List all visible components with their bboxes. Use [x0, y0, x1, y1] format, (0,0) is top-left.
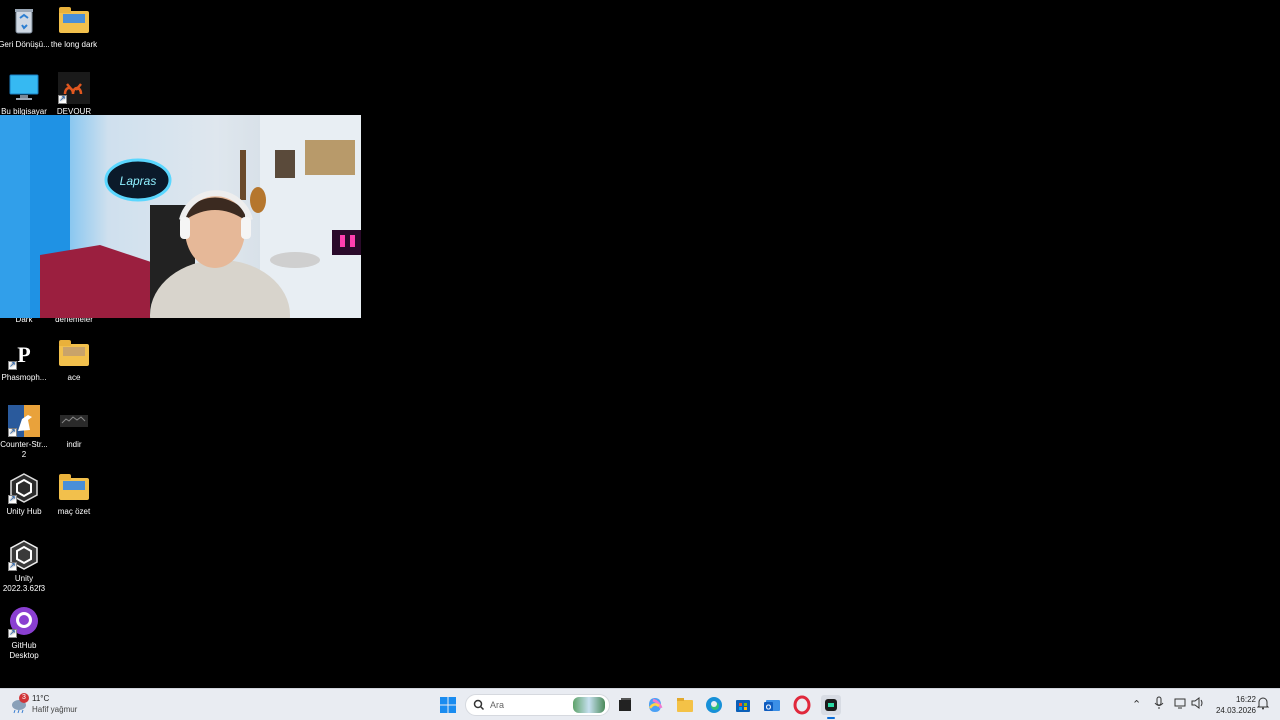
notifications-button[interactable]: [1256, 696, 1270, 713]
file-explorer-button[interactable]: [675, 695, 695, 715]
shortcut-arrow-icon: [8, 427, 17, 437]
desktop-icon-counter-strike[interactable]: Counter-Str... 2: [0, 405, 50, 460]
store-button[interactable]: [733, 695, 753, 715]
desktop-icon-unity-hub[interactable]: Unity Hub: [0, 472, 50, 517]
task-view-button[interactable]: [615, 695, 635, 715]
webcam-overlay[interactable]: Lapras: [0, 115, 361, 318]
weather-temp: 11°C: [32, 694, 50, 703]
desktop-icon-unity[interactable]: Unity 2022.3.62f3: [0, 539, 50, 594]
shortcut-arrow-icon: [8, 561, 17, 571]
devour-icon: [58, 72, 90, 104]
active-app-button[interactable]: [821, 695, 841, 719]
webcam-scene: Lapras: [0, 115, 361, 318]
search-highlight-image: [573, 697, 605, 713]
computer-icon: [8, 72, 40, 104]
folder-icon: [58, 338, 90, 370]
edge-icon: [706, 697, 722, 713]
desktop-icon-label: ace: [67, 373, 81, 382]
start-button[interactable]: [438, 695, 458, 715]
taskbar: 3 11°C Hafif yağmur Ara O ⌃ 16:22 24.03.…: [0, 688, 1280, 720]
show-hidden-icons-button[interactable]: ⌃: [1132, 698, 1141, 711]
image-file-icon: [58, 405, 90, 437]
clock-date: 24.03.2026: [1215, 706, 1256, 715]
opera-button[interactable]: [792, 695, 812, 715]
desktop-icon-indir[interactable]: indir: [48, 405, 100, 450]
microphone-icon: [1154, 696, 1164, 709]
microphone-button[interactable]: [1153, 696, 1165, 713]
phasmophobia-icon: P: [8, 338, 40, 370]
desktop-icon-mac-ozet[interactable]: maç özet: [48, 472, 100, 517]
desktop-icon-label: Unity Hub: [6, 507, 42, 516]
search-placeholder: Ara: [490, 700, 505, 710]
svg-text:O: O: [766, 705, 772, 712]
github-icon: [8, 606, 40, 638]
search-icon: [473, 699, 485, 711]
desktop-icon-github-desktop[interactable]: GitHub Desktop: [0, 606, 50, 661]
folder-icon: [58, 5, 90, 37]
chevron-up-icon: ⌃: [1132, 699, 1142, 711]
bell-icon: [1256, 697, 1270, 710]
folder-icon: [677, 698, 693, 712]
desktop-icon-recycle-bin[interactable]: Geri Dönüşü...: [0, 5, 50, 50]
desktop-icon-label: Counter-Str... 2: [0, 440, 48, 459]
volume-button[interactable]: [1190, 696, 1204, 713]
recycle-bin-icon: [8, 5, 40, 37]
desktop-icon-ace[interactable]: ace: [48, 338, 100, 383]
neon-sign-text: Lapras: [120, 174, 157, 188]
desktop-icon-label: the long dark: [50, 40, 98, 49]
svg-text:P: P: [17, 342, 30, 367]
unity-hub-icon: [8, 472, 40, 504]
copilot-icon: [648, 698, 663, 712]
shortcut-arrow-icon: [8, 628, 17, 638]
shortcut-arrow-icon: [58, 94, 67, 104]
desktop-icon-devour[interactable]: DEVOUR: [48, 72, 100, 117]
search-box[interactable]: Ara: [465, 694, 610, 716]
shortcut-arrow-icon: [8, 360, 17, 370]
store-icon: [736, 700, 750, 712]
copilot-button[interactable]: [645, 695, 665, 715]
desktop-icon-label: maç özet: [57, 507, 91, 516]
desktop-icon-this-pc[interactable]: Bu bilgisayar: [0, 72, 50, 117]
desktop-icon-label: Geri Dönüşü...: [0, 40, 50, 49]
shortcut-arrow-icon: [8, 494, 17, 504]
clock[interactable]: 16:22 24.03.2026: [1206, 694, 1256, 716]
opera-icon: [793, 695, 811, 715]
desktop-icon-label: Unity 2022.3.62f3: [2, 574, 46, 593]
desktop-icon-label: Phasmoph...: [1, 373, 47, 382]
desktop-icon-the-long-dark[interactable]: the long dark: [48, 5, 100, 50]
weather-condition: Hafif yağmur: [32, 705, 78, 714]
desktop-icon-label: GitHub Desktop: [9, 641, 39, 660]
desktop-icon-label: indir: [66, 440, 82, 449]
outlook-button[interactable]: O: [762, 695, 782, 715]
network-button[interactable]: [1173, 696, 1187, 713]
counter-strike-icon: [8, 405, 40, 437]
folder-icon: [58, 472, 90, 504]
weather-widget[interactable]: 3 11°C Hafif yağmur: [10, 693, 90, 717]
edge-button[interactable]: [704, 695, 724, 715]
outlook-icon: O: [764, 700, 780, 712]
task-view-icon: [619, 698, 631, 711]
network-icon: [1174, 698, 1186, 709]
desktop-icon-phasmophobia[interactable]: P Phasmoph...: [0, 338, 50, 383]
app-icon: [825, 699, 837, 711]
active-indicator: [827, 717, 835, 719]
windows-icon: [440, 697, 456, 713]
speaker-icon: [1191, 697, 1203, 709]
clock-time: 16:22: [1235, 695, 1256, 704]
unity-icon: [8, 539, 40, 571]
notification-badge: 3: [19, 693, 29, 703]
